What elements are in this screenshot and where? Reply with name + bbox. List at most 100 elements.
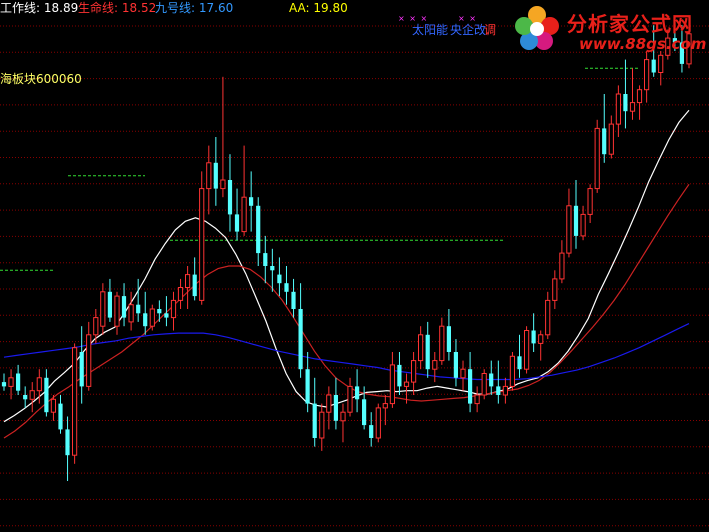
candle-body <box>453 352 458 378</box>
candle-body <box>8 377 14 387</box>
candle-body <box>369 425 374 438</box>
candle-body <box>44 377 49 413</box>
moving-averages <box>3 109 690 439</box>
candle-body <box>362 399 367 426</box>
price-grid <box>0 25 709 527</box>
candle-body <box>79 352 84 387</box>
candle-body <box>72 347 78 456</box>
candle-body <box>559 252 565 280</box>
candle-body <box>602 128 607 155</box>
candle-body <box>319 411 325 439</box>
candle-body <box>312 403 317 438</box>
candle-body <box>644 59 650 91</box>
candle-body <box>538 334 544 344</box>
candle-body <box>157 309 162 314</box>
candle-body <box>566 205 572 254</box>
candle-body <box>623 94 628 112</box>
candle-body <box>531 330 536 344</box>
candle-body <box>545 299 551 336</box>
candle-body <box>636 89 643 104</box>
life-line-label: 生命线: 18.52 <box>78 1 157 15</box>
candle-body <box>114 295 120 327</box>
candle-body <box>284 283 289 292</box>
candle-body <box>651 59 656 73</box>
candle-body <box>199 188 205 301</box>
candle-body <box>411 360 417 383</box>
candle-body <box>496 386 501 395</box>
candle-body <box>333 395 338 421</box>
level-lines <box>0 67 640 271</box>
candle-body <box>164 313 169 318</box>
candle-body <box>355 386 360 400</box>
candle-body <box>608 123 614 155</box>
candle-body <box>170 299 177 319</box>
candle-body <box>397 364 402 387</box>
candle-body <box>16 373 21 391</box>
candle-body <box>460 368 466 379</box>
candle-body <box>128 304 134 323</box>
candle-body <box>615 93 621 125</box>
candle-body <box>100 291 106 327</box>
sector-label: 海板块600060 <box>0 72 82 86</box>
candle-body <box>517 356 522 370</box>
candle-body <box>481 373 487 396</box>
candle-body <box>291 291 296 309</box>
candle-body <box>509 355 515 387</box>
candle-body <box>263 253 268 266</box>
candle-body <box>587 188 593 215</box>
candle-body <box>213 162 218 189</box>
aa-label: AA: 19.80 <box>289 1 348 15</box>
candle-body <box>489 373 494 387</box>
candle-body <box>65 429 70 456</box>
ma-line-2 <box>3 323 690 381</box>
concept-tag-adjust[interactable]: 调 <box>484 21 496 38</box>
candle-body <box>468 369 473 404</box>
candlestick-chart <box>0 16 709 527</box>
candle-body <box>502 385 508 396</box>
candle-body <box>580 213 586 237</box>
concept-tag-soe-reform[interactable]: 央企改 <box>450 21 486 38</box>
candle-body <box>192 274 197 297</box>
logo-title: 分析家公式网 <box>567 12 693 36</box>
candle-body <box>149 308 155 327</box>
candle-body <box>389 364 395 405</box>
candle-body <box>241 196 247 233</box>
candle-body <box>573 205 579 236</box>
candle-body <box>474 394 480 405</box>
flower-logo-icon <box>515 6 559 50</box>
site-logo[interactable]: 分析家公式网 www.88gs.com <box>513 2 707 54</box>
candle-body <box>326 394 332 413</box>
nine-line-label: 九号线: 17.60 <box>155 1 234 15</box>
candle-body <box>382 403 388 409</box>
candle-body <box>418 334 424 362</box>
candle-body <box>432 360 438 370</box>
candle-body <box>29 390 35 400</box>
concept-tag-solar[interactable]: 太阳能 <box>412 21 448 38</box>
candle-body <box>270 266 275 271</box>
ma-line-0 <box>3 109 690 423</box>
candle-body <box>524 330 530 370</box>
candle-body <box>36 377 42 392</box>
candle-body <box>93 317 99 336</box>
candle-body <box>298 309 303 370</box>
candle-body <box>107 291 112 318</box>
logo-url: www.88gs.com <box>579 35 707 53</box>
candle-body <box>177 287 184 301</box>
candle-body <box>50 398 56 413</box>
candle-body <box>220 179 226 190</box>
candle-body <box>446 326 451 352</box>
candle-body <box>305 369 310 404</box>
candle-body <box>249 197 254 206</box>
candle-body <box>340 411 346 422</box>
candle-body <box>58 403 63 430</box>
candle-body <box>552 278 558 301</box>
candle-body <box>136 304 141 314</box>
candle-body <box>347 385 353 413</box>
candle-body <box>439 325 445 362</box>
candle-body <box>658 54 664 73</box>
candle-body <box>1 382 7 387</box>
candle-body <box>121 296 127 318</box>
candles <box>1 16 692 481</box>
candle-body <box>206 162 212 190</box>
candle-body <box>375 407 381 439</box>
